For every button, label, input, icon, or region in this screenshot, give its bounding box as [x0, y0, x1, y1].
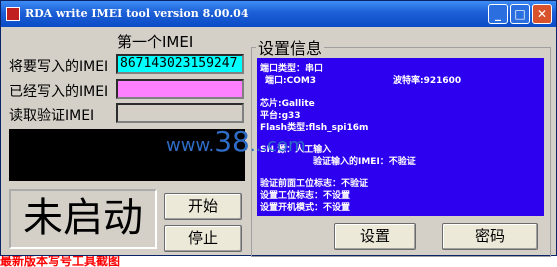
port-line: 端口:COM3	[265, 76, 317, 86]
password-button[interactable]: 密码	[442, 223, 538, 250]
boot-mode-line: 设置开机模式：不设置	[260, 203, 351, 213]
watermark-part1: www.	[166, 135, 215, 156]
stop-button[interactable]: 停止	[164, 225, 242, 252]
written-imei-label: 已经写入的IMEI	[9, 84, 109, 100]
app-icon	[6, 7, 20, 21]
watermark: www.38...com	[166, 125, 305, 158]
maximize-button[interactable]: □	[510, 4, 530, 24]
write-imei-field[interactable]: 867143023159247	[116, 54, 244, 74]
written-imei-field[interactable]	[116, 79, 244, 99]
minimize-button[interactable]: _	[488, 4, 508, 24]
window-title: RDA write IMEI tool version 8.00.04	[25, 7, 249, 20]
settings-button[interactable]: 设置	[334, 223, 416, 250]
verify-input-line: 验证输入的IMEI：不验证	[313, 157, 416, 167]
settings-title: 设置信息	[256, 35, 325, 59]
watermark-part2: 38	[214, 125, 250, 158]
bottom-caption: 最新版本写号工具截图	[0, 256, 121, 267]
watermark-part3: ...com	[249, 135, 306, 156]
verify-imei-label: 读取验证IMEI	[9, 108, 95, 124]
app-window: RDA write IMEI tool version 8.00.04 _ □ …	[0, 0, 557, 257]
write-imei-label: 将要写入的IMEI	[9, 59, 109, 75]
title-bar[interactable]: RDA write IMEI tool version 8.00.04 _ □ …	[1, 1, 556, 27]
verify-imei-field[interactable]	[116, 103, 244, 123]
baud-rate-line: 波特率:921600	[393, 76, 462, 86]
close-button[interactable]: ✕	[532, 4, 552, 24]
start-button[interactable]: 开始	[164, 193, 242, 220]
first-imei-header: 第一个IMEI	[117, 33, 194, 51]
status-display: 未启动	[9, 189, 157, 249]
